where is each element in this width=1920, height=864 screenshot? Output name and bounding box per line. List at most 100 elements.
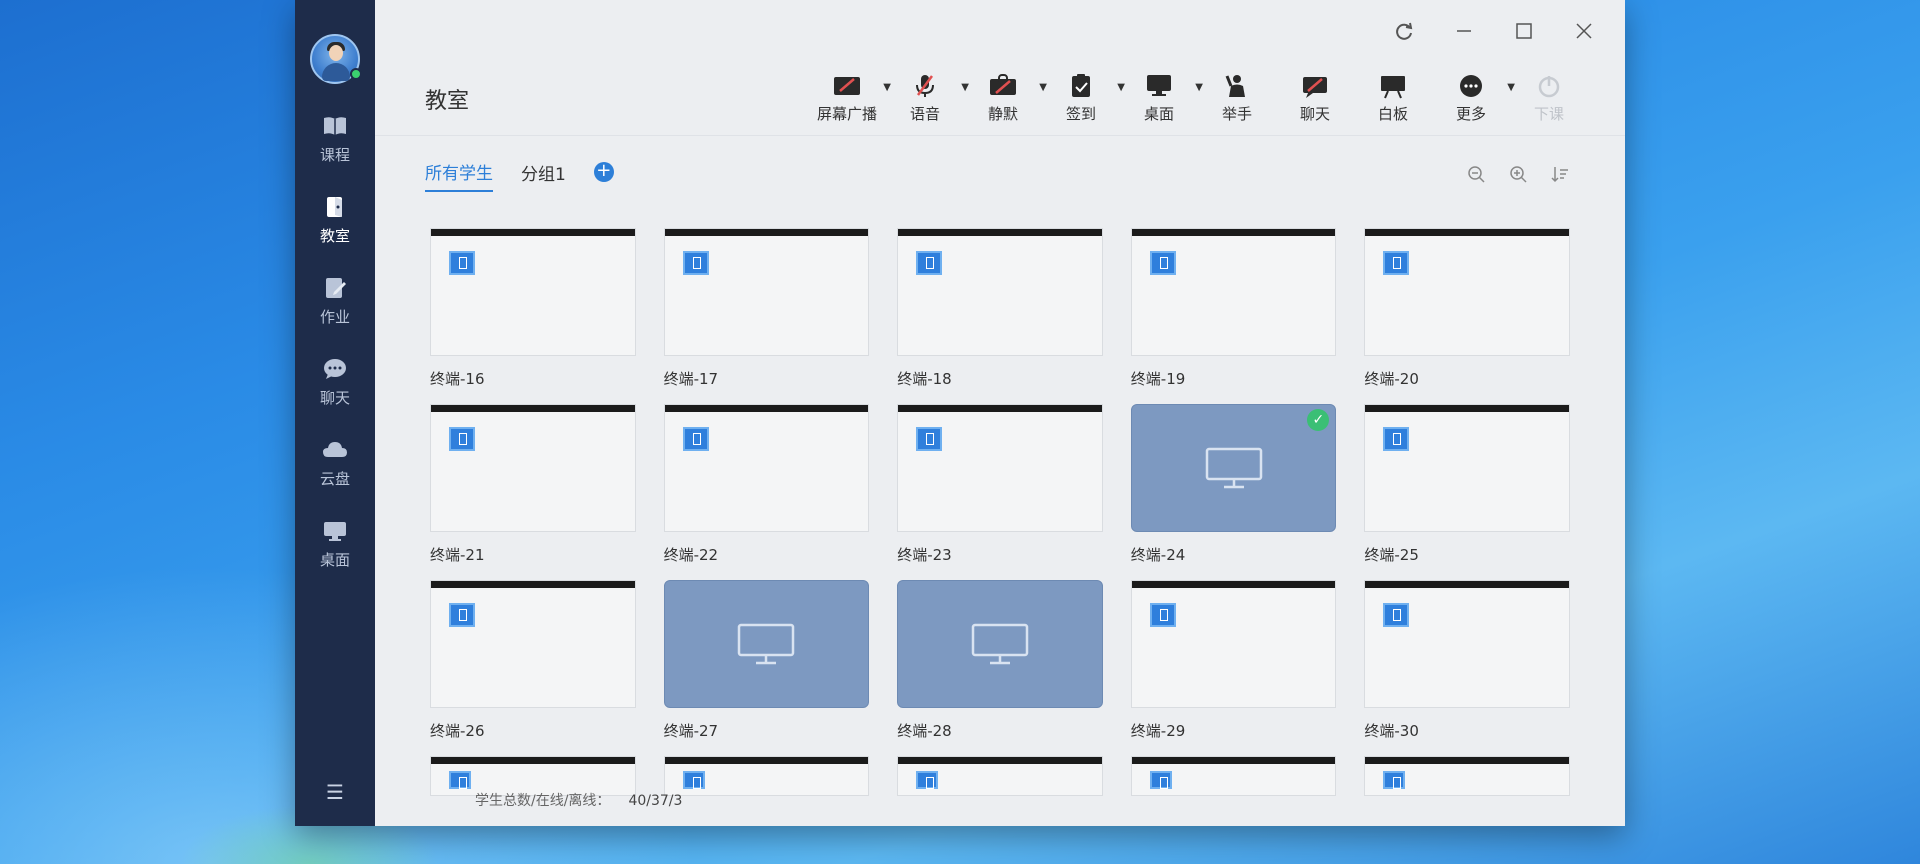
terminal-name: 终端-29 <box>1130 722 1186 740</box>
thumbnail-app-icon <box>449 603 475 627</box>
terminal-name: 终端-25 <box>1364 546 1419 564</box>
more-button[interactable]: 更多 ▼ <box>1435 73 1515 124</box>
tab-group-1[interactable]: 分组1 <box>521 160 566 191</box>
terminal-card[interactable]: 终端-26 <box>430 580 636 746</box>
sign-in-button[interactable]: 签到 ▼ <box>1045 73 1125 124</box>
view-tools <box>1466 164 1570 184</box>
sidebar-item-desktop[interactable]: 桌面 <box>320 519 350 570</box>
terminal-screen-thumbnail[interactable] <box>430 580 636 708</box>
terminal-card[interactable]: ✓ 终端-24 <box>1130 404 1337 570</box>
tab-all-students[interactable]: 所有学生 <box>425 159 493 192</box>
terminal-card[interactable]: 终端-29 <box>1130 580 1337 746</box>
terminal-screen-thumbnail[interactable] <box>1364 404 1570 532</box>
minimize-button[interactable] <box>1453 20 1475 42</box>
terminal-offline-thumbnail[interactable] <box>663 580 870 708</box>
terminal-screen-thumbnail[interactable] <box>1130 228 1337 356</box>
menu-icon[interactable]: ☰ <box>295 780 375 804</box>
terminal-offline-thumbnail[interactable]: ✓ <box>1130 404 1337 532</box>
terminal-card[interactable]: 终端-25 <box>1364 404 1570 570</box>
terminal-card[interactable]: 终端-23 <box>897 404 1103 570</box>
terminal-screen-thumbnail[interactable] <box>430 404 636 532</box>
terminal-screen-thumbnail[interactable] <box>663 404 870 532</box>
terminal-grid: 终端-16 终端-17 终端-18 终端-19 终端-20 终端-21 终端-22 终端-23… <box>430 228 1570 796</box>
terminal-card-partial[interactable] <box>1130 756 1337 796</box>
terminal-card[interactable]: 终端-18 <box>897 228 1103 394</box>
voice-icon <box>916 75 934 97</box>
thumbnail-taskbar <box>1365 229 1569 236</box>
monitor-icon <box>971 623 1029 665</box>
sidebar-item-homework[interactable]: 作业 <box>320 276 350 327</box>
tool-label: 聊天 <box>1299 105 1330 123</box>
terminal-card[interactable]: 终端-27 <box>663 580 870 746</box>
window-titlebar <box>375 0 1625 62</box>
terminal-card[interactable]: 终端-20 <box>1364 228 1570 394</box>
thumbnail-taskbar <box>431 229 635 236</box>
terminal-name: 终端-22 <box>663 546 719 564</box>
terminal-screen-thumbnail[interactable] <box>1130 580 1337 708</box>
close-button[interactable] <box>1573 20 1595 42</box>
silence-button[interactable]: 静默 ▼ <box>967 73 1047 124</box>
thumbnail-taskbar <box>431 581 635 588</box>
sidebar-item-label: 云盘 <box>319 470 350 488</box>
chat-toggle-button[interactable]: 聊天 <box>1279 73 1351 124</box>
terminal-offline-thumbnail[interactable] <box>897 580 1103 708</box>
maximize-button[interactable] <box>1513 20 1535 42</box>
classroom-icon <box>326 197 342 217</box>
thumbnail-taskbar <box>898 757 1102 764</box>
tool-label: 白板 <box>1377 105 1408 123</box>
terminal-card[interactable]: 终端-19 <box>1130 228 1337 394</box>
sidebar-item-chat[interactable]: 聊天 <box>320 357 350 408</box>
add-group-button[interactable]: + <box>593 162 614 182</box>
thumbnail-app-icon <box>1149 771 1172 789</box>
terminal-card[interactable]: 终端-16 <box>430 228 636 394</box>
terminal-card-partial[interactable] <box>897 756 1103 796</box>
tool-label: 桌面 <box>1143 105 1174 123</box>
thumbnail-taskbar <box>664 757 869 764</box>
terminal-screen-thumbnail[interactable] <box>897 756 1103 796</box>
terminal-card[interactable]: 终端-28 <box>897 580 1103 746</box>
sort-icon[interactable] <box>1550 164 1570 184</box>
end-class-button[interactable]: 下课 <box>1513 73 1585 124</box>
user-avatar[interactable] <box>310 34 362 84</box>
terminal-screen-thumbnail[interactable] <box>1364 580 1570 708</box>
sidebar-item-course[interactable]: 课程 <box>320 114 350 165</box>
desktop-icon <box>1147 75 1171 96</box>
terminal-screen-thumbnail[interactable] <box>663 228 870 356</box>
terminal-card[interactable]: 终端-30 <box>1364 580 1570 746</box>
terminal-card-partial[interactable] <box>1364 756 1570 796</box>
screen-broadcast-button[interactable]: 屏幕广播 ▼ <box>811 73 891 124</box>
avatar-body <box>322 63 350 81</box>
terminal-screen-thumbnail[interactable] <box>897 404 1103 532</box>
sidebar-item-cloud[interactable]: 云盘 <box>320 438 350 489</box>
thumbnail-taskbar <box>664 405 869 412</box>
terminal-card[interactable]: 终端-17 <box>663 228 870 394</box>
terminal-name: 终端-28 <box>897 722 952 740</box>
terminal-name: 终端-18 <box>897 370 952 388</box>
voice-button[interactable]: 语音 ▼ <box>889 73 969 124</box>
terminal-card[interactable]: 终端-21 <box>430 404 636 570</box>
refresh-icon[interactable] <box>1393 20 1415 42</box>
zoom-out-icon[interactable] <box>1466 164 1486 184</box>
terminal-screen-thumbnail[interactable] <box>897 228 1103 356</box>
sidebar-item-classroom[interactable]: 教室 <box>320 195 350 246</box>
sidebar-item-label: 教室 <box>319 227 350 245</box>
terminal-screen-thumbnail[interactable] <box>1130 756 1337 796</box>
thumbnail-app-icon <box>1383 427 1410 451</box>
raise-hand-icon <box>1225 75 1245 97</box>
terminal-screen-thumbnail[interactable] <box>1364 228 1570 356</box>
terminal-screen-thumbnail[interactable] <box>663 756 870 796</box>
thumbnail-taskbar <box>1131 757 1336 764</box>
terminal-name: 终端-26 <box>430 722 485 740</box>
desktop-button[interactable]: 桌面 ▼ <box>1123 73 1203 124</box>
terminal-card-partial[interactable] <box>663 756 870 796</box>
thumbnail-taskbar <box>898 229 1102 236</box>
homework-icon <box>325 278 346 298</box>
terminal-screen-thumbnail[interactable] <box>1364 756 1570 796</box>
terminal-card[interactable]: 终端-22 <box>663 404 870 570</box>
whiteboard-button[interactable]: 白板 <box>1357 73 1429 124</box>
zoom-in-icon[interactable] <box>1508 164 1528 184</box>
raise-hand-button[interactable]: 举手 <box>1201 73 1273 124</box>
thumbnail-taskbar <box>1131 229 1336 236</box>
terminal-screen-thumbnail[interactable] <box>430 228 636 356</box>
tool-label: 屏幕广播 <box>816 105 877 123</box>
